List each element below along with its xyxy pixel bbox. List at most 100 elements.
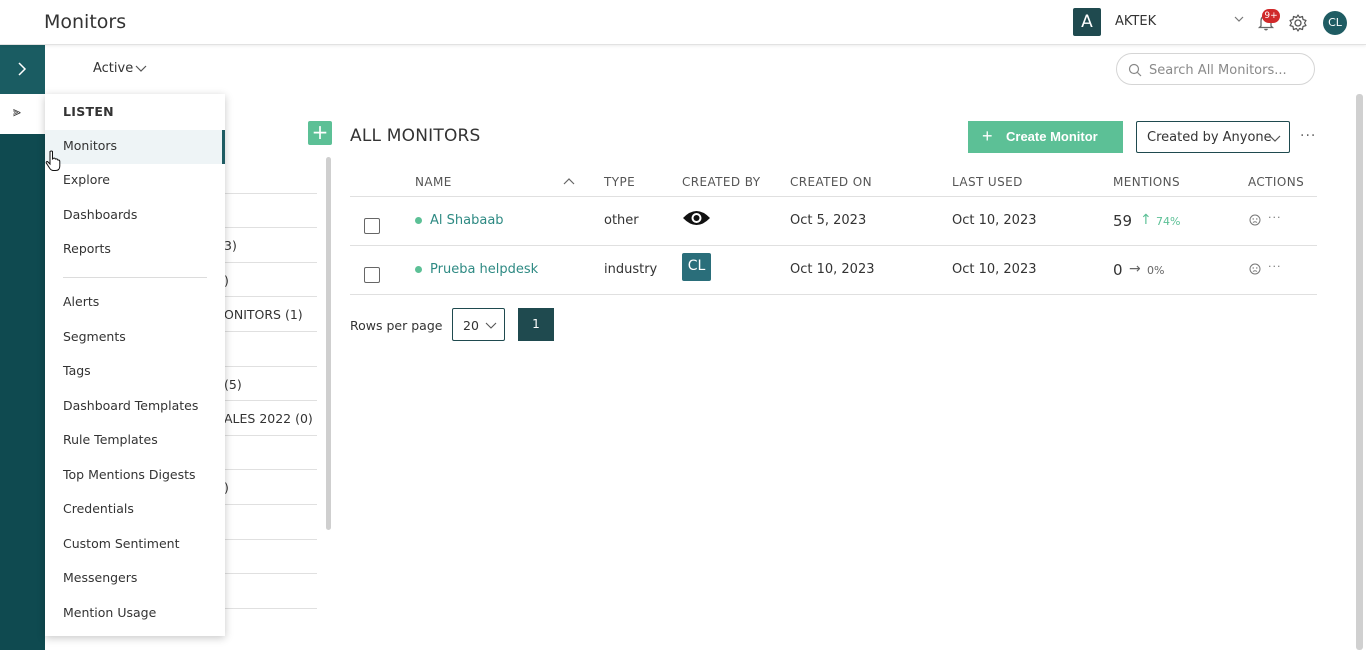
section-title: ALL MONITORS [350, 126, 481, 146]
sentiment-icon[interactable] [1249, 263, 1261, 275]
rail-listen-item[interactable]: ⫸ [0, 94, 45, 134]
folder-item[interactable]: ONITORS (1) [224, 297, 317, 332]
menu-item-messengers[interactable]: Messengers [45, 562, 225, 596]
brand-avatar[interactable]: A [1073, 8, 1101, 36]
menu-item-dashboard-templates[interactable]: Dashboard Templates [45, 390, 225, 424]
sort-ascending-icon[interactable] [562, 175, 576, 187]
folder-item[interactable]: (5) [224, 367, 317, 402]
menu-item-label: Explore [63, 172, 110, 187]
rows-per-page-label: Rows per page [350, 318, 443, 333]
menu-item-label: Dashboards [63, 207, 138, 222]
search-box[interactable] [1116, 53, 1315, 85]
listen-menu: LISTEN Monitors Explore Dashboards Reports A… [45, 94, 225, 636]
folder-item[interactable] [224, 505, 317, 540]
row-checkbox[interactable] [364, 218, 380, 234]
menu-item-reports[interactable]: Reports [45, 233, 225, 267]
menu-divider [63, 277, 207, 278]
expand-sidebar-button[interactable] [0, 45, 45, 94]
more-options-icon[interactable]: ··· [1300, 128, 1316, 144]
column-header-created-by[interactable]: CREATED BY [682, 175, 760, 189]
status-dot [415, 217, 422, 224]
created-by-filter[interactable]: Created by Anyone [1136, 121, 1290, 153]
menu-item-label: Custom Sentiment [63, 536, 180, 551]
column-header-created-on[interactable]: CREATED ON [790, 175, 872, 189]
folder-item[interactable] [224, 436, 317, 471]
menu-item-label: Rule Templates [63, 432, 158, 447]
created-on: Oct 10, 2023 [790, 262, 875, 277]
gear-icon[interactable] [1288, 13, 1308, 33]
menu-item-monitors[interactable]: Monitors [45, 130, 225, 164]
search-icon [1128, 63, 1142, 77]
top-bar: Monitors A AKTEK 9+ CL [0, 0, 1366, 45]
last-used: Oct 10, 2023 [952, 213, 1037, 228]
mentions-count: 59 [1113, 212, 1133, 230]
folder-item[interactable] [224, 194, 317, 229]
row-divider [350, 245, 1317, 246]
mentions-count: 0 [1113, 261, 1123, 279]
menu-item-label: Tags [63, 363, 91, 378]
menu-item-credentials[interactable]: Credentials [45, 493, 225, 527]
menu-item-label: Messengers [63, 570, 138, 585]
folder-item[interactable]: ALES 2022 (0) [224, 401, 317, 436]
page-title: Monitors [44, 11, 127, 33]
menu-item-top-mentions-digests[interactable]: Top Mentions Digests [45, 459, 225, 493]
column-header-name[interactable]: NAME [415, 175, 452, 189]
chevron-down-icon[interactable] [1232, 12, 1246, 26]
trend-percent: 0% [1147, 264, 1165, 277]
menu-item-custom-sentiment[interactable]: Custom Sentiment [45, 528, 225, 562]
plus-icon: + [982, 126, 993, 146]
monitor-name-link[interactable]: Al Shabaab [430, 213, 504, 228]
chevron-right-icon [18, 62, 27, 76]
row-more-icon[interactable]: ··· [1268, 211, 1282, 224]
chevron-down-icon[interactable] [134, 62, 148, 76]
eye-icon [683, 211, 710, 225]
chevron-down-icon [1269, 135, 1281, 142]
folder-scrollbar[interactable] [326, 157, 331, 530]
brand-name[interactable]: AKTEK [1115, 14, 1156, 29]
rows-per-page-select[interactable]: 20 [452, 308, 505, 341]
menu-item-segments[interactable]: Segments [45, 321, 225, 355]
folder-item[interactable]: 3) [224, 228, 317, 263]
menu-item-tags[interactable]: Tags [45, 355, 225, 389]
creator-avatar: CL [682, 253, 711, 281]
menu-item-explore[interactable]: Explore [45, 164, 225, 198]
column-header-type[interactable]: TYPE [604, 175, 635, 189]
chevron-down-icon [485, 322, 497, 329]
folder-item[interactable]: ) [224, 263, 317, 298]
menu-item-label: Reports [63, 241, 111, 256]
header-divider [350, 196, 1317, 197]
search-input[interactable] [1149, 60, 1309, 80]
row-more-icon[interactable]: ··· [1268, 260, 1282, 273]
create-monitor-button[interactable]: + Create Monitor [968, 121, 1123, 153]
monitor-type: industry [604, 262, 658, 277]
monitor-name-link[interactable]: Prueba helpdesk [430, 262, 538, 277]
page-button[interactable]: 1 [518, 308, 554, 341]
add-folder-button[interactable]: + [308, 121, 332, 145]
menu-item-dashboards[interactable]: Dashboards [45, 199, 225, 233]
menu-item-alerts[interactable]: Alerts [45, 286, 225, 320]
user-avatar[interactable]: CL [1323, 11, 1347, 35]
column-header-mentions[interactable]: MENTIONS [1113, 175, 1180, 189]
trend-flat-icon: → [1129, 261, 1141, 277]
menu-item-mention-usage[interactable]: Mention Usage [45, 597, 225, 631]
sentiment-icon[interactable] [1249, 214, 1261, 226]
trend-percent: 74% [1156, 215, 1181, 228]
monitor-type: other [604, 213, 639, 228]
column-header-last-used[interactable]: LAST USED [952, 175, 1023, 189]
menu-item-label: Mention Usage [63, 605, 157, 620]
folder-item[interactable] [224, 159, 317, 194]
hand-cursor-icon [45, 150, 61, 171]
status-filter[interactable]: Active [93, 61, 133, 76]
folder-item[interactable] [224, 540, 317, 575]
notification-badge: 9+ [1262, 9, 1280, 23]
menu-item-rule-templates[interactable]: Rule Templates [45, 424, 225, 458]
listen-icon: ⫸ [13, 104, 21, 120]
last-used: Oct 10, 2023 [952, 262, 1037, 277]
folder-item[interactable] [224, 574, 317, 609]
main-scrollbar[interactable] [1356, 94, 1363, 650]
trend-up-icon: ↑ [1140, 212, 1152, 228]
row-checkbox[interactable] [364, 267, 380, 283]
created-on: Oct 5, 2023 [790, 213, 867, 228]
folder-item[interactable]: ) [224, 470, 317, 505]
folder-item[interactable] [224, 332, 317, 367]
